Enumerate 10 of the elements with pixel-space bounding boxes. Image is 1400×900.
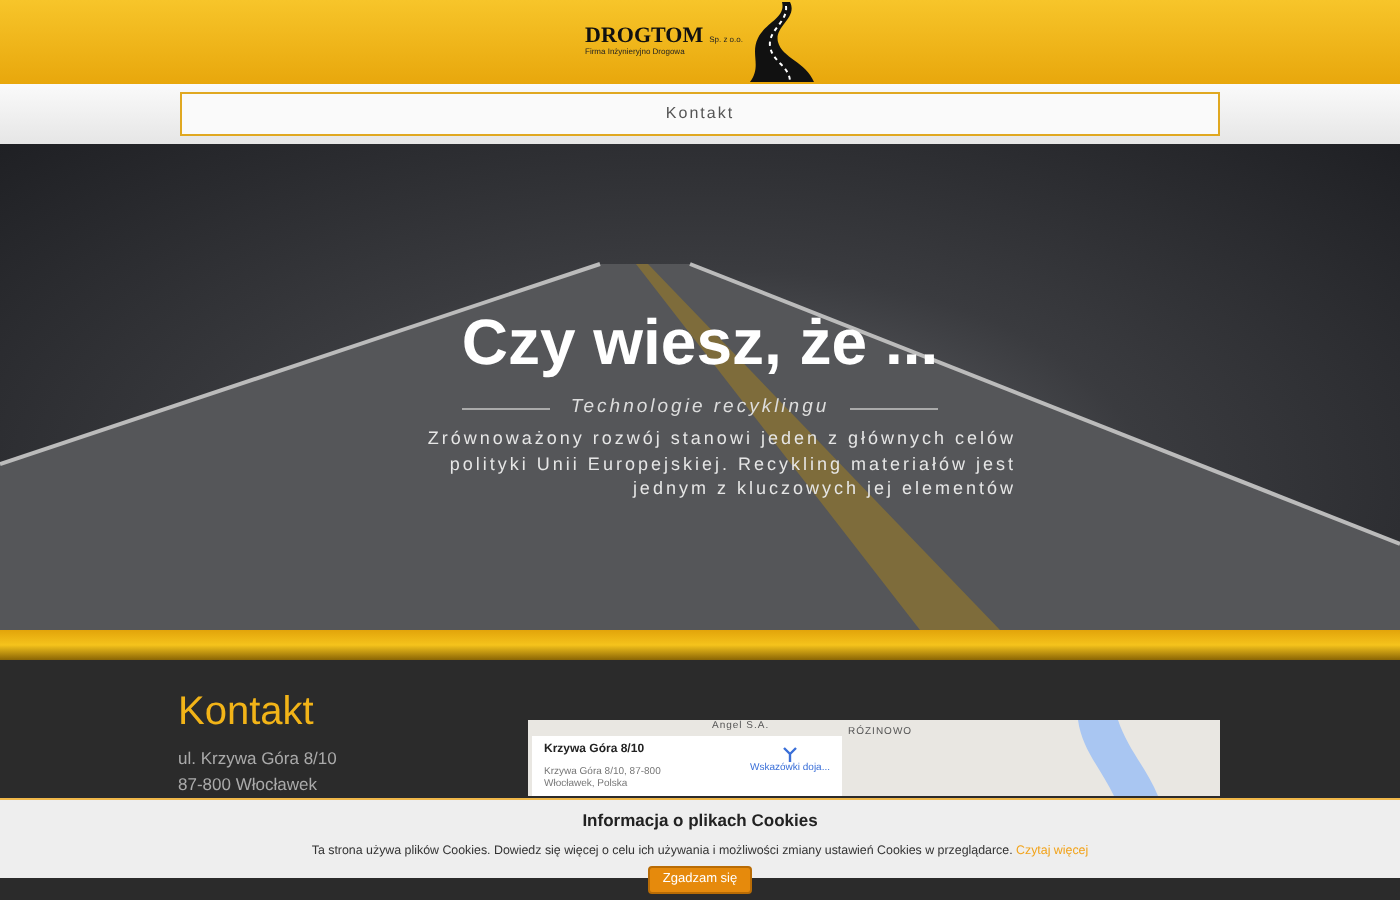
address-line: 87-800 Włocławek — [178, 774, 319, 795]
logo-name: DROGTOM — [585, 26, 704, 49]
hero-text: Zrównoważony rozwój stanowi jeden z głównych celów polityki Unii Europejskiej. Recykling materiałów jest jednym z kluczowych jej elementów — [425, 426, 1016, 500]
road-logo-icon — [746, 2, 815, 82]
hero-subtitle: Technologie recyklingu — [570, 394, 830, 423]
address-line: ul. Krzywa Góra 8/10 — [178, 748, 339, 769]
directions-icon — [781, 746, 798, 762]
menu-button[interactable]: Kontakt — [180, 92, 1220, 136]
cookie-title: Informacja o plikach Cookies — [582, 808, 818, 834]
contact-title: Kontakt — [178, 692, 316, 732]
